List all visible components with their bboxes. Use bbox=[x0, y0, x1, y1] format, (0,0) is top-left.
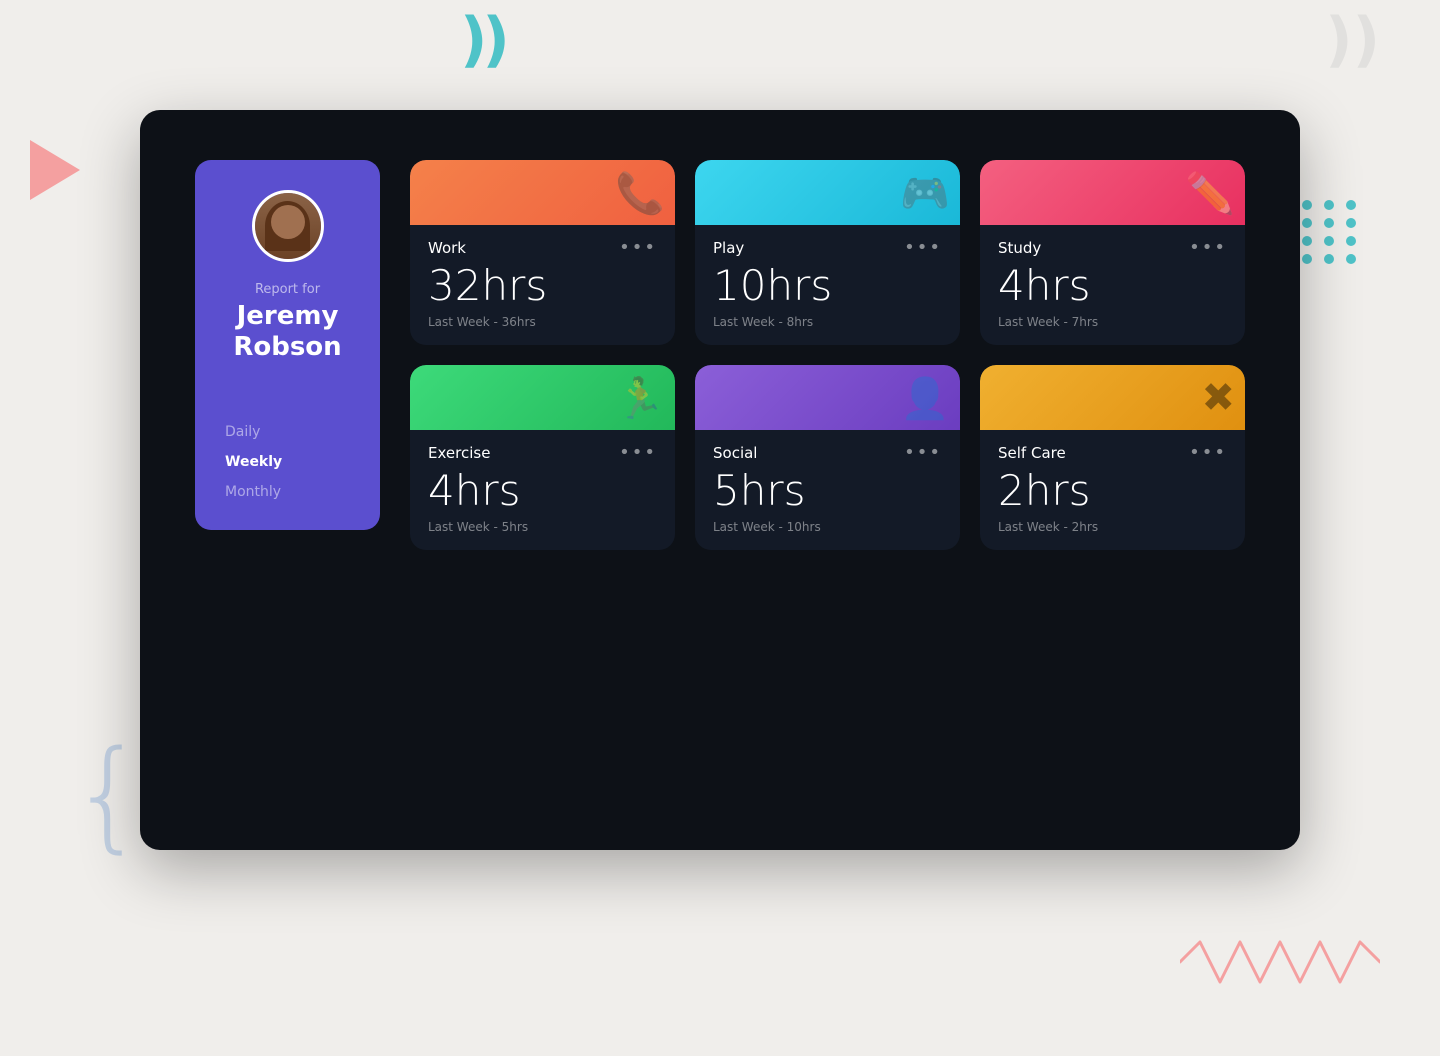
play-hours: 10hrs bbox=[713, 263, 942, 309]
stat-card-work: 📞 Work ••• 32hrs Last Week - 36hrs bbox=[410, 160, 675, 345]
stat-card-exercise: 🏃 Exercise ••• 4hrs Last Week - 5hrs bbox=[410, 365, 675, 550]
exercise-menu[interactable]: ••• bbox=[619, 448, 657, 459]
exercise-last-week: Last Week - 5hrs bbox=[428, 520, 657, 534]
deco-quotes-right: )) bbox=[1325, 10, 1380, 70]
work-title: Work bbox=[428, 239, 466, 257]
social-icon: 👤 bbox=[900, 375, 950, 422]
deco-quotes: )) bbox=[460, 10, 505, 70]
avatar bbox=[252, 190, 324, 262]
study-icon: ✏️ bbox=[1185, 170, 1235, 217]
social-last-week: Last Week - 10hrs bbox=[713, 520, 942, 534]
play-icon: 🎮 bbox=[900, 170, 950, 217]
study-menu[interactable]: ••• bbox=[1189, 243, 1227, 254]
play-menu[interactable]: ••• bbox=[904, 243, 942, 254]
social-bar: 👤 bbox=[695, 365, 960, 430]
social-hours: 5hrs bbox=[713, 468, 942, 514]
selfcare-bar: ✖ bbox=[980, 365, 1245, 430]
filter-weekly[interactable]: Weekly bbox=[225, 454, 360, 470]
selfcare-icon: ✖ bbox=[1201, 375, 1235, 421]
exercise-bar: 🏃 bbox=[410, 365, 675, 430]
selfcare-menu[interactable]: ••• bbox=[1189, 448, 1227, 459]
selfcare-hours: 2hrs bbox=[998, 468, 1227, 514]
stat-card-social: 👤 Social ••• 5hrs Last Week - 10hrs bbox=[695, 365, 960, 550]
deco-arrow bbox=[30, 140, 80, 200]
dashboard: Report for Jeremy Robson Daily Weekly Mo… bbox=[140, 110, 1300, 850]
profile-name: Jeremy Robson bbox=[215, 301, 360, 363]
study-title: Study bbox=[998, 239, 1041, 257]
play-title: Play bbox=[713, 239, 744, 257]
study-bar: ✏️ bbox=[980, 160, 1245, 225]
play-last-week: Last Week - 8hrs bbox=[713, 315, 942, 329]
filter-monthly[interactable]: Monthly bbox=[225, 484, 360, 500]
selfcare-last-week: Last Week - 2hrs bbox=[998, 520, 1227, 534]
work-icon: 📞 bbox=[615, 170, 665, 217]
exercise-hours: 4hrs bbox=[428, 468, 657, 514]
deco-zigzag bbox=[1180, 932, 1380, 996]
report-for-label: Report for bbox=[255, 282, 320, 297]
exercise-icon: 🏃 bbox=[615, 375, 665, 422]
stat-card-selfcare: ✖ Self Care ••• 2hrs Last Week - 2hrs bbox=[980, 365, 1245, 550]
exercise-title: Exercise bbox=[428, 444, 490, 462]
stat-card-play: 🎮 Play ••• 10hrs Last Week - 8hrs bbox=[695, 160, 960, 345]
social-title: Social bbox=[713, 444, 757, 462]
work-bar: 📞 bbox=[410, 160, 675, 225]
time-filters: Daily Weekly Monthly bbox=[215, 424, 360, 500]
profile-card: Report for Jeremy Robson Daily Weekly Mo… bbox=[195, 160, 380, 530]
work-hours: 32hrs bbox=[428, 263, 657, 309]
social-menu[interactable]: ••• bbox=[904, 448, 942, 459]
selfcare-title: Self Care bbox=[998, 444, 1066, 462]
stats-grid: 📞 Work ••• 32hrs Last Week - 36hrs 🎮 Pla… bbox=[410, 160, 1245, 550]
filter-daily[interactable]: Daily bbox=[225, 424, 360, 440]
play-bar: 🎮 bbox=[695, 160, 960, 225]
deco-brace: { bbox=[70, 736, 146, 856]
work-menu[interactable]: ••• bbox=[619, 243, 657, 254]
work-last-week: Last Week - 36hrs bbox=[428, 315, 657, 329]
study-last-week: Last Week - 7hrs bbox=[998, 315, 1227, 329]
study-hours: 4hrs bbox=[998, 263, 1227, 309]
stat-card-study: ✏️ Study ••• 4hrs Last Week - 7hrs bbox=[980, 160, 1245, 345]
